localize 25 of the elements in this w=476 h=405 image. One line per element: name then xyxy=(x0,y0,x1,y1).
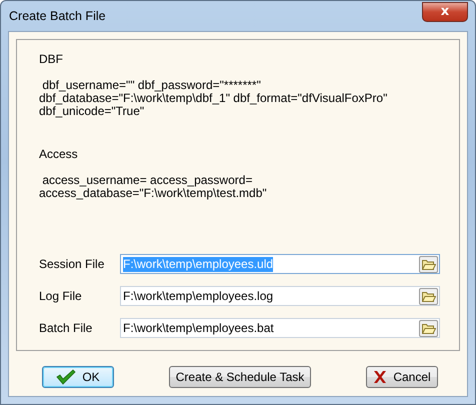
browse-button[interactable] xyxy=(419,256,438,272)
folder-icon xyxy=(422,322,436,334)
folder-icon xyxy=(422,290,436,302)
close-button[interactable]: x xyxy=(422,2,468,22)
browse-button[interactable] xyxy=(419,320,438,336)
cancel-button[interactable]: Cancel xyxy=(366,366,438,388)
field-value: F:\work\temp\employees.log xyxy=(123,288,274,304)
connection-settings-text: dbf_username="" dbf_password="*******" dbf_database="F:\work\temp\dbf_1" dbf_format="dfVisualFoxPro" dbf_unicode="True" xyxy=(39,79,388,118)
ok-button[interactable]: OK xyxy=(42,366,114,388)
field-label: Batch File xyxy=(39,321,94,335)
field-label: Session File xyxy=(39,257,106,271)
file-path-field[interactable]: F:\work\temp\employees.log xyxy=(120,286,440,306)
file-path-field[interactable]: F:\work\temp\employees.bat xyxy=(120,318,440,338)
folder-icon xyxy=(422,258,436,270)
section-heading: DBF xyxy=(39,53,64,66)
connection-settings-text: access_username= access_password= access_database="F:\work\temp\test.mdb" xyxy=(39,174,268,200)
schedule-button[interactable]: Create & Schedule Task xyxy=(168,366,312,388)
cross-icon xyxy=(373,370,388,384)
field-value: F:\work\temp\employees.bat xyxy=(123,320,274,336)
window-title: Create Batch File xyxy=(8,9,106,23)
browse-button[interactable] xyxy=(419,288,438,304)
checkmark-icon xyxy=(56,369,76,385)
field-label: Log File xyxy=(39,289,83,303)
field-value: F:\work\temp\employees.uld xyxy=(123,256,274,272)
section-heading: Access xyxy=(39,148,79,161)
